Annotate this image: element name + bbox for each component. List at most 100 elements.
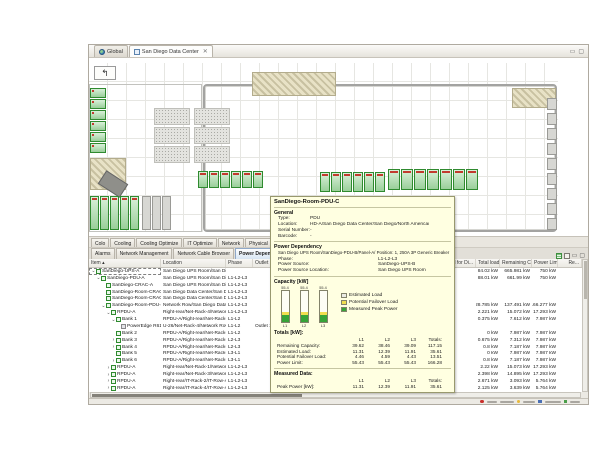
tree-item-cell[interactable]: ›RPDU-A — [89, 371, 161, 378]
tree-item-cell[interactable]: ›RPDU-A — [89, 385, 161, 392]
tree-item-cell[interactable]: SanDiego-Room-CRAC-A — [89, 289, 161, 296]
cooling-unit[interactable] — [162, 196, 171, 230]
rack-unit[interactable] — [242, 171, 252, 188]
wall-equipment[interactable] — [547, 98, 557, 110]
ups-unit[interactable] — [90, 121, 106, 131]
location-cell: RPDU-A/Right-rear/Net-Rack-4/N... — [161, 344, 226, 351]
rack-unit[interactable] — [427, 169, 439, 190]
view-tab-alarms[interactable]: Alarms — [91, 248, 115, 259]
status-text — [523, 401, 535, 403]
rack-unit[interactable] — [353, 172, 363, 192]
column-header-power-limit[interactable]: Power Limit — [532, 259, 558, 267]
rack-unit[interactable] — [130, 196, 139, 230]
rack-unit[interactable] — [375, 172, 385, 192]
rack-unit[interactable] — [110, 196, 119, 230]
rack-unit[interactable] — [388, 169, 400, 190]
horizontal-scrollbar-thumb[interactable] — [92, 394, 302, 397]
power-limit-cell — [532, 296, 558, 303]
location-cell: U-26/Net-Rack-4/Network Row/Sa... — [161, 323, 226, 330]
measured-value: 11.31 — [338, 384, 364, 389]
phase-cell: L1-L2 — [226, 330, 253, 337]
rack-unit[interactable] — [342, 172, 352, 192]
item-label: SanDiego-Room-CRAC-B — [112, 296, 161, 301]
legend-item: Potential Failover Load — [341, 299, 398, 306]
rack-unit[interactable] — [120, 196, 129, 230]
tree-item-cell[interactable]: ⌄SanDiego-UPS-A — [89, 268, 161, 275]
rack-unit[interactable] — [414, 169, 426, 190]
tree-item-cell[interactable]: ⌄Bank 1 — [89, 316, 161, 323]
rack-unit[interactable] — [440, 169, 452, 190]
tree-item-cell[interactable]: ›Bank 6 — [89, 357, 161, 364]
rack-unit[interactable] — [198, 171, 208, 188]
tree-item-cell[interactable]: ›Bank 4 — [89, 344, 161, 351]
tree-item-cell[interactable]: ⌄SanDiego-PDU-A — [89, 275, 161, 282]
tree-item-cell[interactable]: SanDiego-Room-CRAC-B — [89, 296, 161, 303]
wall-equipment[interactable] — [547, 158, 557, 170]
cooling-unit[interactable] — [142, 196, 151, 230]
vertical-scrollbar[interactable] — [582, 259, 588, 392]
column-header-phase[interactable]: Phase — [226, 259, 253, 267]
column-header-remaining-ca-[interactable]: Remaining Ca... — [500, 259, 532, 267]
ups-unit[interactable] — [90, 143, 106, 153]
tree-item-cell[interactable]: SanDiego-CRAC-A — [89, 282, 161, 289]
total-load-cell: 2.125 kW — [476, 385, 500, 392]
minimize-icon[interactable]: ▭ — [570, 48, 576, 55]
tree-item-cell[interactable]: ⌄SanDiego-Room-PDU-A — [89, 302, 161, 309]
wall-equipment[interactable] — [547, 128, 557, 140]
rack-unit[interactable] — [320, 172, 330, 192]
wall-equipment[interactable] — [547, 173, 557, 185]
tree-item-cell[interactable]: Bank 5 — [89, 351, 161, 358]
wall-equipment[interactable] — [547, 203, 557, 215]
maximize-icon[interactable]: ▢ — [578, 48, 584, 55]
gauge-phase-label: L2 — [298, 323, 310, 328]
item-label: Bank 1 — [122, 317, 137, 322]
rack-unit[interactable] — [209, 171, 219, 188]
item-label: SanDiego-Room-PDU-A — [112, 303, 161, 308]
rack-unit[interactable] — [90, 196, 99, 230]
view-tab-network-cable-browser[interactable]: Network Cable Browser — [173, 248, 234, 259]
totals-value: 35.61 — [416, 349, 442, 354]
column-header-location[interactable]: Location — [161, 259, 226, 267]
vertical-scrollbar-thumb[interactable] — [584, 261, 587, 299]
ups-unit[interactable] — [90, 110, 106, 120]
rack-unit[interactable] — [453, 169, 465, 190]
navigate-up-button[interactable]: ↰ — [94, 66, 116, 80]
ups-unit[interactable] — [90, 88, 106, 98]
gauge-bar — [281, 290, 290, 323]
rack-unit[interactable] — [364, 172, 374, 192]
rack-unit[interactable] — [331, 172, 341, 192]
view-tab-network-management[interactable]: Network Management — [116, 248, 173, 259]
wall-equipment[interactable] — [547, 113, 557, 125]
remaining-capacity-cell: 7.187 kW — [500, 357, 532, 364]
wall-equipment[interactable] — [547, 218, 557, 230]
rack-unit[interactable] — [401, 169, 413, 190]
tree-item-cell[interactable]: ⌄RPDU-A — [89, 309, 161, 316]
rack-unit[interactable] — [220, 171, 230, 188]
capacity-gauge-l2: 55.4L2 — [298, 286, 310, 329]
rack-unit[interactable] — [100, 196, 109, 230]
extra-cell — [558, 302, 582, 309]
cooling-unit[interactable] — [152, 196, 161, 230]
tree-item-cell[interactable]: Bank 2 — [89, 330, 161, 337]
ups-unit[interactable] — [90, 132, 106, 142]
ups-unit[interactable] — [90, 99, 106, 109]
wall-equipment[interactable] — [547, 188, 557, 200]
column-header-item[interactable]: Item ▴ — [89, 259, 161, 267]
column-header-total-load[interactable]: Total load — [476, 259, 500, 267]
rack-unit[interactable] — [231, 171, 241, 188]
tab-san-diego-data-center[interactable]: San Diego Data Center ✕ — [129, 45, 213, 57]
wall-equipment[interactable] — [547, 143, 557, 155]
power-limit-cell: 17.293 kW — [532, 309, 558, 316]
status-bar — [89, 398, 588, 404]
tree-item-cell[interactable]: ›RPDU-A — [89, 378, 161, 385]
tree-item-cell[interactable]: ›RPDU-A — [89, 364, 161, 371]
tree-item-cell[interactable]: PowerEdge R610 — [89, 323, 161, 330]
tab-global[interactable]: Global — [94, 45, 128, 57]
totals-value: 4.59 — [364, 354, 390, 359]
close-icon[interactable]: ✕ — [203, 48, 208, 55]
general-barcode-value: - — [310, 234, 312, 239]
tree-item-cell[interactable]: ›Bank 3 — [89, 337, 161, 344]
rack-unit[interactable] — [466, 169, 478, 190]
column-header-re-[interactable]: Re... — [558, 259, 582, 267]
rack-unit[interactable] — [253, 171, 263, 188]
